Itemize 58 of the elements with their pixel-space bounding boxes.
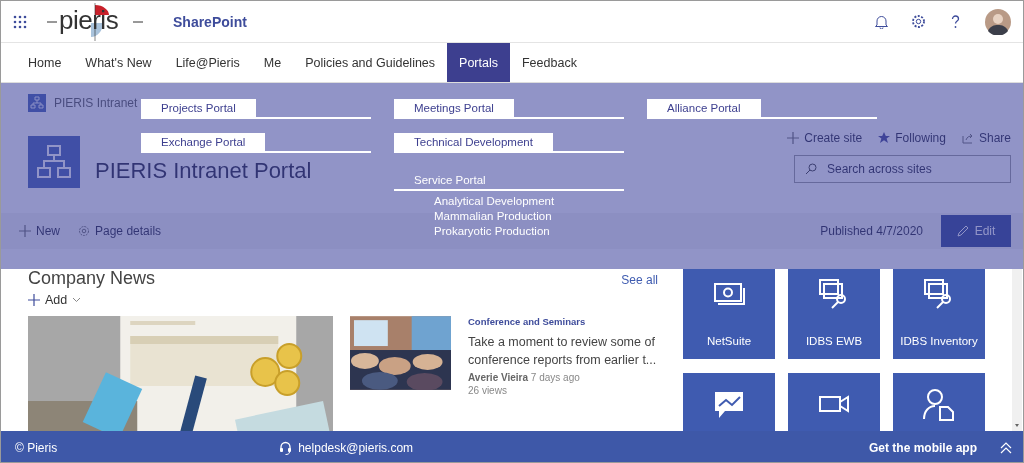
settings-icon[interactable]: [911, 14, 926, 29]
menu-link[interactable]: Technical Development: [394, 133, 553, 151]
helpdesk-link[interactable]: helpdesk@pieris.com: [298, 440, 414, 455]
nav-tab[interactable]: Home: [16, 43, 74, 82]
action-label: Share: [978, 131, 1011, 145]
action-label: Following: [895, 131, 946, 145]
menu-link[interactable]: Exchange Portal: [141, 133, 266, 151]
section-title: Company News: [28, 269, 156, 289]
menu-link[interactable]: Meetings Portal: [394, 99, 514, 117]
add-button[interactable]: Add: [28, 293, 658, 307]
news-byline: Averie Vieira 7 days ago: [468, 372, 581, 383]
header-action[interactable]: Create site: [787, 131, 863, 145]
quick-link-tile[interactable]: IDBS Inventory: [893, 269, 985, 359]
site-logo-icon: [28, 136, 80, 188]
site-icon: [28, 94, 46, 112]
star-icon: [878, 132, 891, 144]
search-icon: [805, 163, 817, 175]
quick-link-tile[interactable]: NetSuite: [683, 269, 775, 359]
published-date: Published 4/7/2020: [820, 224, 923, 238]
logo-mark-icon: [45, 2, 145, 41]
nav-tab[interactable]: Life@Pieris: [163, 43, 252, 82]
header-action[interactable]: Share: [961, 131, 1011, 145]
logo-text: pieris: [59, 6, 119, 33]
nav-tab[interactable]: Feedback: [510, 43, 589, 82]
settings-icon: [78, 225, 90, 237]
site-title: PIERIS Intranet Portal: [95, 158, 312, 184]
share-icon: [961, 132, 974, 144]
plus-icon: [28, 294, 40, 306]
quick-link-tile[interactable]: IDBS EWB: [788, 269, 880, 359]
mobile-app-link[interactable]: Get the mobile app: [869, 440, 977, 455]
nav-tab[interactable]: Policies and Guidelines: [293, 43, 448, 82]
view-count: 26 views: [468, 385, 508, 396]
action-label: Create site: [804, 131, 863, 145]
menu-link[interactable]: Projects Portal: [141, 99, 256, 117]
scrollbar[interactable]: [1012, 269, 1022, 431]
nav-tab[interactable]: Portals: [447, 43, 510, 82]
person-document-icon: [922, 387, 956, 421]
new-button[interactable]: New: [19, 224, 60, 238]
bell-icon[interactable]: [874, 14, 889, 29]
double-chevron-up-icon[interactable]: [999, 440, 1013, 455]
news-category[interactable]: Conference and Seminars: [468, 316, 658, 327]
see-all-link[interactable]: See all: [621, 273, 658, 287]
app-name[interactable]: SharePoint: [173, 13, 247, 30]
page-details-button[interactable]: Page details: [78, 224, 162, 238]
copyright: © Pieris: [15, 440, 58, 455]
nav-tab[interactable]: What's New: [73, 43, 164, 82]
headset-icon: [279, 440, 293, 455]
plus-icon: [787, 132, 800, 144]
nav-tab[interactable]: Me: [251, 43, 294, 82]
search-field[interactable]: Search across sites: [794, 155, 1011, 183]
news-headline[interactable]: Take a moment to review some of conference reports from earlier t...: [468, 333, 668, 369]
chevron-down-icon: [72, 297, 82, 303]
avatar[interactable]: [985, 8, 1011, 35]
pencil-icon: [956, 225, 969, 237]
header-action[interactable]: Following: [878, 131, 946, 145]
menu-link[interactable]: Alliance Portal: [647, 99, 761, 117]
plus-icon: [19, 225, 31, 237]
app-launcher-icon[interactable]: [13, 14, 27, 29]
